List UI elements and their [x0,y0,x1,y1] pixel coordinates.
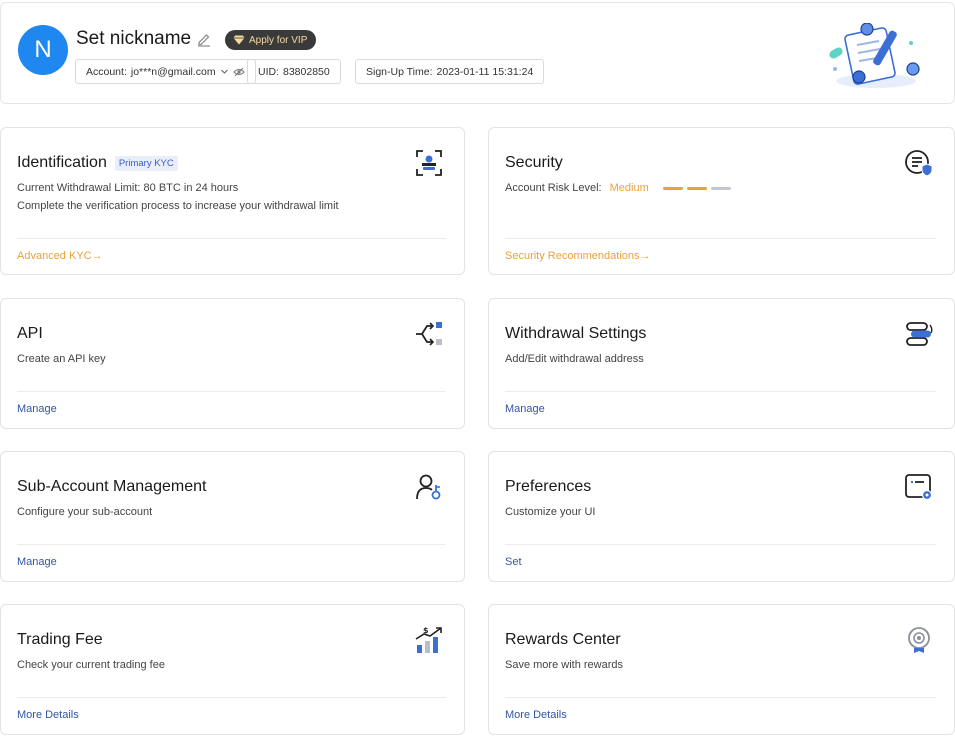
id-scan-icon [416,150,442,176]
subaccount-manage-link[interactable]: Manage [17,556,57,568]
rewards-details-link[interactable]: More Details [505,709,567,721]
primary-kyc-badge: Primary KYC [114,155,178,171]
risk-level-value: Medium [609,182,649,194]
risk-level-bar [662,186,683,190]
preferences-set-link[interactable]: Set [505,556,522,568]
withdrawal-manage-link[interactable]: Manage [505,403,545,415]
rewards-title: Rewards Center [505,631,621,649]
risk-level-bar [710,186,731,190]
advanced-kyc-link[interactable]: Advanced KYC→ [17,250,103,262]
withdrawal-limit-text: Current Withdrawal Limit: 80 BTC in 24 h… [17,182,239,194]
sub-account-icon [416,474,441,500]
subaccount-title: Sub-Account Management [17,478,206,496]
signup-label: Sign-Up Time: [366,65,433,78]
divider [17,238,446,239]
rewards-center-card: Rewards Center Save more with rewards Mo… [488,604,955,735]
rewards-icon [908,627,930,653]
avatar[interactable]: N [18,25,68,75]
withdrawal-title: Withdrawal Settings [505,325,646,343]
rewards-title-text: Rewards Center [505,631,621,648]
uid-value: 83802850 [283,65,330,78]
tradingfee-description: Check your current trading fee [17,659,165,671]
profile-header: N Set nickname Apply for VIP Account: jo… [0,2,955,104]
preferences-icon [905,474,933,501]
divider [505,238,936,239]
security-title: Security [505,154,563,172]
api-icon [416,322,442,346]
clipboard-illustration [829,23,920,88]
divider [17,697,446,698]
tradingfee-details-link[interactable]: More Details [17,709,79,721]
tradingfee-title: Trading Fee [17,631,103,649]
signup-value: 2023-01-11 15:31:24 [436,65,534,78]
identification-title: Identification Primary KYC [17,154,178,172]
preferences-title-text: Preferences [505,478,592,495]
trading-fee-card: Trading Fee Check your current trading f… [0,604,465,735]
edit-icon[interactable] [196,31,212,47]
eye-hidden-icon[interactable] [232,67,245,77]
shield-list-icon [905,150,933,177]
api-description: Create an API key [17,353,106,365]
preferences-card: Preferences Customize your UI Set [488,451,955,582]
security-card: Security Account Risk Level: Medium Secu… [488,127,955,275]
chevron-down-icon[interactable] [220,67,229,76]
withdrawal-icon [906,322,933,346]
security-recommendations-link[interactable]: Security Recommendations→ [505,250,651,262]
preferences-title: Preferences [505,478,591,496]
withdrawal-title-text: Withdrawal Settings [505,325,647,342]
sub-account-card: Sub-Account Management Configure your su… [0,451,465,582]
nickname-text[interactable]: Set nickname [76,28,191,50]
divider [505,697,936,698]
trading-fee-icon: $ [415,626,442,653]
identification-card: Identification Primary KYC Current Withd… [0,127,465,275]
api-title-text: API [17,325,43,342]
subaccount-description: Configure your sub-account [17,506,153,518]
rewards-description: Save more with rewards [505,659,623,671]
signup-chip: Sign-Up Time: 2023-01-11 15:31:24 [355,59,545,84]
withdrawal-description: Add/Edit withdrawal address [505,353,644,365]
svg-text:$: $ [423,626,429,635]
divider [505,391,936,392]
risk-level-bar [686,186,707,190]
account-label: Account: [86,65,127,78]
api-manage-link[interactable]: Manage [17,403,57,415]
api-title: API [17,325,43,343]
withdrawal-settings-card: Withdrawal Settings Add/Edit withdrawal … [488,298,955,429]
divider [17,544,446,545]
divider [17,391,446,392]
vip-label: Apply for VIP [249,34,308,46]
preferences-description: Customize your UI [505,506,596,518]
divider [505,544,936,545]
uid-chip[interactable]: UID: 83802850 [247,59,341,84]
subaccount-title-text: Sub-Account Management [17,478,207,495]
avatar-letter: N [34,36,52,63]
risk-level-label: Account Risk Level: [505,182,602,194]
apply-vip-button[interactable]: Apply for VIP [225,30,317,50]
diamond-icon [233,35,245,45]
account-value: jo***n@gmail.com [130,65,216,78]
account-chip[interactable]: Account: jo***n@gmail.com [75,59,256,84]
uid-label: UID: [258,65,279,78]
identification-title-text: Identification [17,154,107,171]
api-card: API Create an API key Manage [0,298,465,429]
verification-hint-text: Complete the verification process to inc… [17,200,339,212]
nickname-row: Set nickname [76,28,212,50]
risk-level-bars [662,186,731,190]
security-title-text: Security [505,154,563,171]
risk-level-row: Account Risk Level: Medium [505,182,731,194]
tradingfee-title-text: Trading Fee [17,631,103,648]
